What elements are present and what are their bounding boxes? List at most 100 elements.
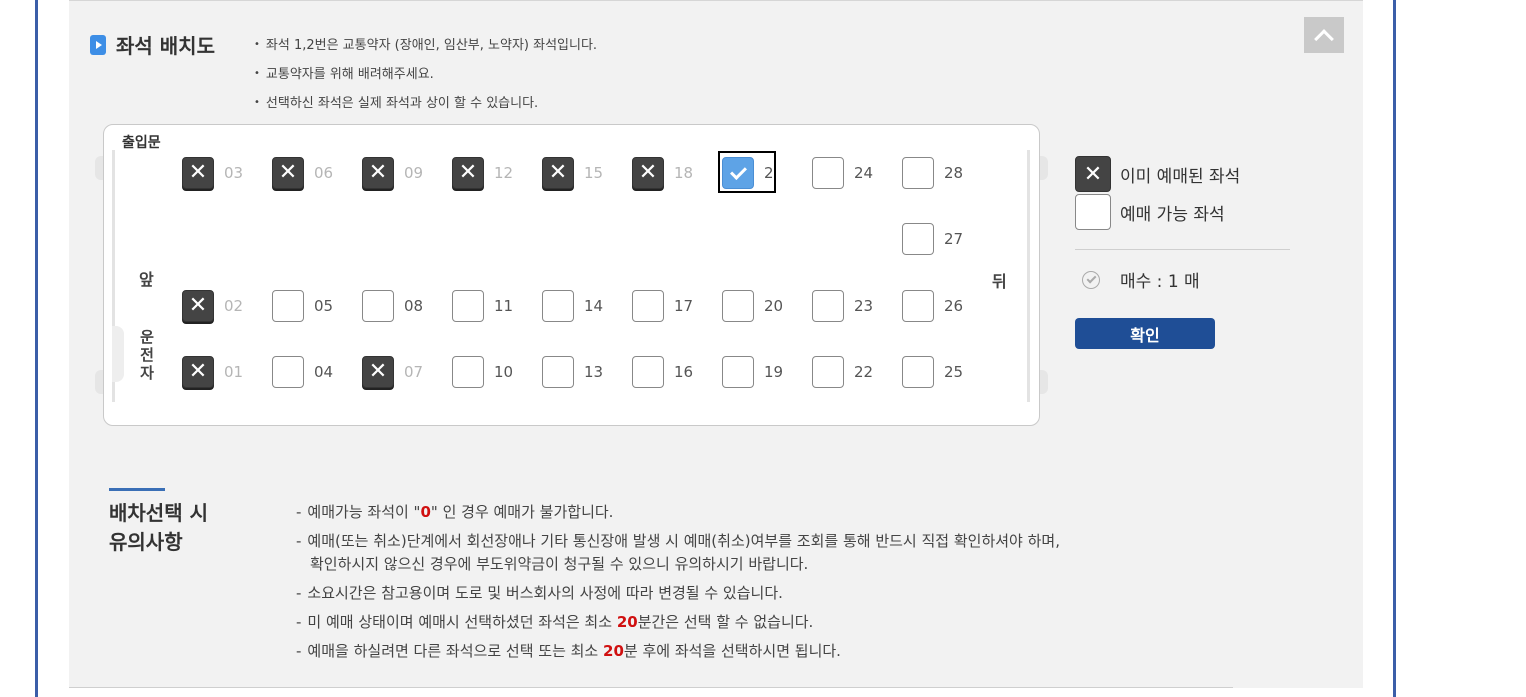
seat-taken-x-icon	[182, 290, 214, 322]
seat-checkbox[interactable]	[902, 157, 934, 189]
seat-checkbox[interactable]	[632, 356, 664, 388]
section-title: 좌석 배치도	[116, 34, 215, 58]
seat-03: 03	[182, 157, 243, 189]
notice-text: 미 예매 상태이며 예매시 선택하셨던 좌석은 최소	[307, 613, 617, 631]
seat-11[interactable]: 11	[452, 290, 513, 322]
seat-22[interactable]: 22	[812, 356, 873, 388]
notice-text: 예매(또는 취소)단계에서 회선장애나 기타 통신장애 발생 시 예매(취소)여…	[307, 532, 1060, 550]
seat-16[interactable]: 16	[632, 356, 693, 388]
notice-text: 소요시간은 참고용이며 도로 및 버스회사의 사정에 따라 변경될 수 있습니다…	[307, 584, 783, 602]
seat-number: 11	[494, 297, 514, 315]
seat-checkbox[interactable]	[632, 290, 664, 322]
notice-item: - 소요시간은 참고용이며 도로 및 버스회사의 사정에 따라 변경될 수 있습니…	[296, 582, 1060, 605]
seat-number: 15	[584, 164, 604, 182]
notice-text: " 인 경우 예매가 불가합니다.	[430, 503, 614, 521]
seat-04[interactable]: 04	[272, 356, 333, 388]
seat-checkbox[interactable]	[812, 157, 844, 189]
seat-checkbox[interactable]	[452, 290, 484, 322]
available-seat-icon	[1075, 194, 1111, 230]
notice-dash: -	[296, 642, 302, 660]
page-frame-right	[1393, 0, 1396, 697]
seat-checkbox[interactable]	[812, 356, 844, 388]
notice-title-line: 유의사항	[109, 530, 183, 554]
divider	[1075, 249, 1290, 250]
notice-highlight: 0	[420, 503, 431, 521]
seat-number: 19	[764, 363, 784, 381]
seat-01: 01	[182, 356, 243, 388]
seat-checkbox[interactable]	[542, 356, 574, 388]
seat-08[interactable]: 08	[362, 290, 423, 322]
seat-number: 24	[854, 164, 874, 182]
collapse-up-button[interactable]	[1304, 17, 1344, 53]
note-item: 좌석 1,2번은 교통약자 (장애인, 임산부, 노약자) 좌석입니다.	[254, 31, 597, 60]
page-frame-left	[35, 0, 38, 697]
seat-number: 14	[584, 297, 604, 315]
seat-checkbox[interactable]	[272, 356, 304, 388]
selection-focus-frame	[718, 151, 776, 193]
seat-17[interactable]: 17	[632, 290, 693, 322]
seat-12: 12	[452, 157, 513, 189]
seat-09: 09	[362, 157, 423, 189]
notice-text: 분 후에 좌석을 선택하시면 됩니다.	[623, 642, 841, 660]
seat-20[interactable]: 20	[722, 290, 783, 322]
seat-02: 02	[182, 290, 243, 322]
seat-checkbox[interactable]	[902, 223, 934, 255]
seat-number: 04	[314, 363, 334, 381]
seat-19[interactable]: 19	[722, 356, 783, 388]
driver-area	[112, 326, 124, 382]
arrow-right-icon	[90, 34, 106, 55]
check-circle-icon	[1082, 270, 1100, 289]
seat-number: 13	[584, 363, 604, 381]
front-label: 앞	[139, 270, 154, 289]
seat-number: 27	[944, 230, 964, 248]
seat-checkbox[interactable]	[542, 290, 574, 322]
notice-title: 배차선택 시 유의사항	[109, 499, 208, 557]
notice-item: - 예매가능 좌석이 "0" 인 경우 예매가 불가합니다.	[296, 501, 1060, 524]
seat-24[interactable]: 24	[812, 157, 873, 189]
taken-seat-icon	[1075, 156, 1111, 192]
seat-checkbox[interactable]	[452, 356, 484, 388]
seat-number: 03	[224, 164, 244, 182]
seat-checkbox[interactable]	[902, 290, 934, 322]
notice-item: - 예매을 하실려면 다른 좌석으로 선택 또는 최소 20분 후에 좌석을 선택…	[296, 640, 1060, 663]
seat-05[interactable]: 05	[272, 290, 333, 322]
seat-checkbox[interactable]	[722, 290, 754, 322]
notice-text: 분간은 선택 할 수 없습니다.	[637, 613, 814, 631]
seat-number: 18	[674, 164, 694, 182]
seat-23[interactable]: 23	[812, 290, 873, 322]
seat-checkbox[interactable]	[812, 290, 844, 322]
seat-number: 05	[314, 297, 334, 315]
seat-26[interactable]: 26	[902, 290, 963, 322]
notice-title-line: 배차선택 시	[109, 501, 208, 525]
seat-number: 10	[494, 363, 514, 381]
seat-number: 06	[314, 164, 334, 182]
notice-text-continued: 확인하시지 않으신 경우에 부도위약금이 청구될 수 있으니 유의하시기 바랍니…	[310, 555, 809, 573]
seat-number: 17	[674, 297, 694, 315]
seat-checkbox[interactable]	[722, 356, 754, 388]
seat-number: 25	[944, 363, 964, 381]
notice-text: 예매가능 좌석이 "	[307, 503, 421, 521]
seat-10[interactable]: 10	[452, 356, 513, 388]
notice-dash: -	[296, 503, 302, 521]
seat-checkbox[interactable]	[362, 290, 394, 322]
seat-number: 23	[854, 297, 874, 315]
seat-27[interactable]: 27	[902, 223, 963, 255]
seat-legend: 이미 예매된 좌석 예매 가능 좌석	[1075, 155, 1240, 231]
seat-2[interactable]: 2	[718, 151, 776, 193]
notice-dash: -	[296, 584, 302, 602]
seat-number: 16	[674, 363, 694, 381]
seat-checkbox[interactable]	[272, 290, 304, 322]
seat-checkbox[interactable]	[902, 356, 934, 388]
seat-13[interactable]: 13	[542, 356, 603, 388]
seat-14[interactable]: 14	[542, 290, 603, 322]
seat-number: 08	[404, 297, 424, 315]
seat-15: 15	[542, 157, 603, 189]
seat-number: 02	[224, 297, 244, 315]
notice-dash: -	[296, 532, 302, 550]
seat-taken-x-icon	[362, 157, 394, 189]
seat-number: 07	[404, 363, 424, 381]
seat-25[interactable]: 25	[902, 356, 963, 388]
ticket-count-label: 매수 : 1 매	[1120, 272, 1200, 292]
seat-28[interactable]: 28	[902, 157, 963, 189]
confirm-button[interactable]: 확인	[1075, 318, 1215, 349]
